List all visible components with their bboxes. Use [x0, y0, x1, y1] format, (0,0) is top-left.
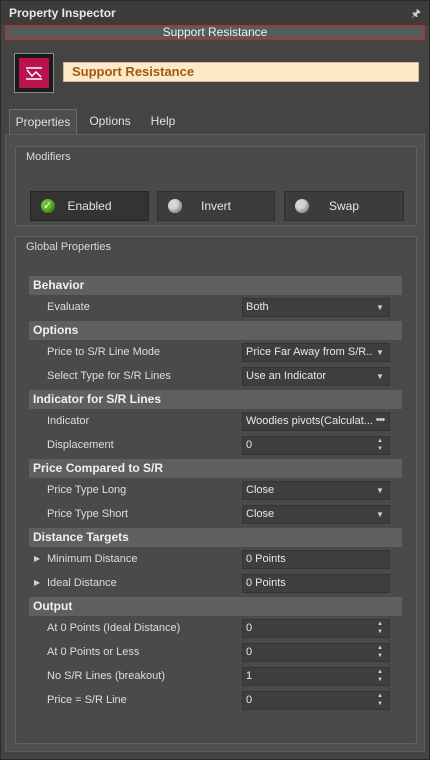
pin-icon[interactable]: 🖈	[411, 5, 421, 24]
chevron-down-icon[interactable]: ▼	[373, 482, 387, 499]
property-row-at-0-points-or-less: At 0 Points or Less 0 ▲ ▼	[29, 641, 402, 665]
at-0-points-ideal-spinner[interactable]: 0 ▲ ▼	[242, 619, 390, 638]
ellipsis-icon[interactable]: •••	[373, 413, 387, 430]
dropdown-value: Use an Indicator	[246, 370, 327, 382]
section-output: Output	[29, 597, 402, 616]
expand-arrow-icon[interactable]: ▶	[34, 554, 40, 563]
object-name-field[interactable]: Support Resistance	[63, 62, 419, 82]
invert-button[interactable]: Invert	[157, 191, 275, 221]
dropdown-value: Price Far Away from S/R...	[246, 346, 376, 358]
dropdown-value: Close	[246, 508, 275, 520]
panel-title: Property Inspector	[9, 6, 116, 20]
property-label: Select Type for S/R Lines	[47, 370, 171, 382]
ideal-distance-field[interactable]: 0 Points	[242, 574, 390, 593]
evaluate-dropdown[interactable]: Both ▼	[242, 298, 390, 317]
section-distance-targets: Distance Targets	[29, 528, 402, 547]
property-row-price-equals-sr-line: Price = S/R Line 0 ▲ ▼	[29, 689, 402, 713]
title-bar: Property Inspector 🖈	[1, 1, 429, 25]
property-row-no-sr-lines: No S/R Lines (breakout) 1 ▲ ▼	[29, 665, 402, 689]
property-label: No S/R Lines (breakout)	[47, 670, 165, 682]
price-equals-sr-line-spinner[interactable]: 0 ▲ ▼	[242, 691, 390, 710]
property-row-ideal-distance: ▶ Ideal Distance 0 Points	[29, 572, 402, 596]
no-sr-lines-spinner[interactable]: 1 ▲ ▼	[242, 667, 390, 686]
displacement-spinner[interactable]: 0 ▲ ▼	[242, 436, 390, 455]
section-price-compared: Price Compared to S/R	[29, 459, 402, 478]
spinner-value: 0	[246, 622, 253, 634]
tab-options[interactable]: Options	[81, 109, 139, 135]
price-type-long-dropdown[interactable]: Close ▼	[242, 481, 390, 500]
property-row-at-0-points-ideal: At 0 Points (Ideal Distance) 0 ▲ ▼	[29, 617, 402, 641]
swap-label: Swap	[328, 199, 360, 213]
dropdown-value: Close	[246, 484, 275, 496]
chevron-down-icon[interactable]: ▼	[373, 344, 387, 361]
property-row-displacement: Displacement 0 ▲ ▼	[29, 434, 402, 458]
property-label: Price = S/R Line	[47, 694, 127, 706]
modifiers-group: Modifiers Enabled Invert Swap	[15, 146, 417, 226]
minimum-distance-field[interactable]: 0 Points	[242, 550, 390, 569]
price-type-short-dropdown[interactable]: Close ▼	[242, 505, 390, 524]
section-indicator: Indicator for S/R Lines	[29, 390, 402, 409]
property-label: Price Type Short	[47, 508, 129, 520]
swap-button[interactable]: Swap	[284, 191, 404, 221]
tab-properties[interactable]: Properties	[9, 109, 77, 135]
check-icon	[41, 192, 55, 220]
property-label: Ideal Distance	[47, 577, 117, 589]
property-label: Evaluate	[47, 301, 90, 313]
property-label: Displacement	[47, 439, 114, 451]
dropdown-value: Both	[246, 301, 269, 313]
enabled-button[interactable]: Enabled	[30, 191, 149, 221]
spinner-value: 0	[246, 694, 253, 706]
property-label: At 0 Points (Ideal Distance)	[47, 622, 181, 634]
property-label: At 0 Points or Less	[47, 646, 140, 658]
at-0-points-or-less-spinner[interactable]: 0 ▲ ▼	[242, 643, 390, 662]
property-label: Indicator	[47, 415, 90, 427]
section-options: Options	[29, 321, 402, 340]
spinner-value: 1	[246, 670, 253, 682]
property-label: Minimum Distance	[47, 553, 138, 565]
object-icon	[14, 53, 54, 93]
object-name-bar: Support Resistance	[5, 25, 425, 40]
spinner-value: 0	[246, 439, 253, 451]
property-row-indicator: Indicator Woodies pivots(Calculat... •••	[29, 410, 402, 434]
property-inspector-panel: Property Inspector 🖈 Support Resistance …	[0, 0, 430, 760]
tab-help[interactable]: Help	[143, 109, 183, 135]
section-behavior: Behavior	[29, 276, 402, 295]
spinner-value: 0	[246, 646, 253, 658]
price-mode-dropdown[interactable]: Price Far Away from S/R... ▼	[242, 343, 390, 362]
chevron-down-icon[interactable]: ▼	[373, 299, 387, 316]
spinner-arrows-icon[interactable]: ▲ ▼	[373, 692, 387, 709]
expand-arrow-icon[interactable]: ▶	[34, 578, 40, 587]
select-type-dropdown[interactable]: Use an Indicator ▼	[242, 367, 390, 386]
field-value: 0 Points	[246, 577, 286, 589]
field-value: 0 Points	[246, 553, 286, 565]
global-properties-title: Global Properties	[26, 241, 111, 253]
support-resistance-icon	[19, 58, 49, 88]
property-row-price-mode: Price to S/R Line Mode Price Far Away fr…	[29, 341, 402, 365]
chevron-down-icon[interactable]: ▼	[373, 368, 387, 385]
spinner-arrows-icon[interactable]: ▲ ▼	[373, 668, 387, 685]
chevron-down-icon[interactable]: ▼	[373, 506, 387, 523]
radio-icon	[295, 199, 309, 213]
property-label: Price to S/R Line Mode	[47, 346, 161, 358]
property-row-price-type-long: Price Type Long Close ▼	[29, 479, 402, 503]
property-label: Price Type Long	[47, 484, 127, 496]
indicator-field[interactable]: Woodies pivots(Calculat... •••	[242, 412, 390, 431]
spinner-arrows-icon[interactable]: ▲ ▼	[373, 620, 387, 637]
invert-label: Invert	[200, 199, 231, 213]
enabled-label: Enabled	[67, 199, 112, 213]
modifiers-title: Modifiers	[26, 151, 71, 163]
property-row-select-type: Select Type for S/R Lines Use an Indicat…	[29, 365, 402, 389]
spinner-arrows-icon[interactable]: ▲ ▼	[373, 644, 387, 661]
radio-icon	[168, 199, 182, 213]
property-row-evaluate: Evaluate Both ▼	[29, 296, 402, 320]
property-row-minimum-distance: ▶ Minimum Distance 0 Points	[29, 548, 402, 572]
property-row-price-type-short: Price Type Short Close ▼	[29, 503, 402, 527]
field-value: Woodies pivots(Calculat...	[246, 415, 373, 427]
spinner-arrows-icon[interactable]: ▲ ▼	[373, 437, 387, 454]
